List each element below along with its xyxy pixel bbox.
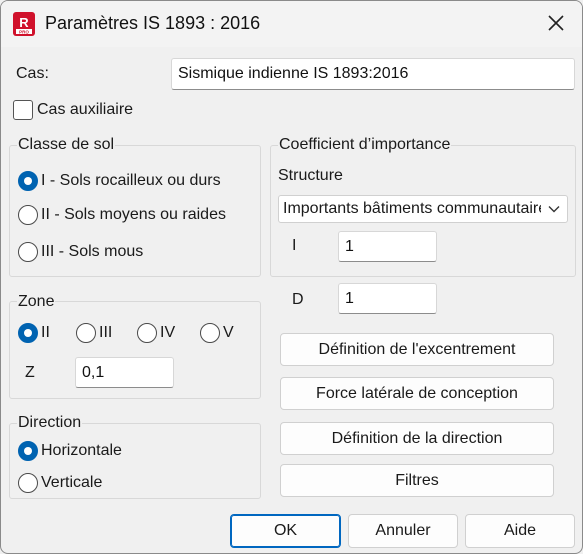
radio-horizontale[interactable]: Horizontale <box>18 441 122 461</box>
radio-button <box>18 473 38 493</box>
radio-sol-iii[interactable]: III - Sols mous <box>18 242 143 262</box>
radio-button <box>76 323 96 343</box>
direction-definition-button[interactable]: Définition de la direction <box>280 422 554 455</box>
svg-text:R: R <box>19 15 29 30</box>
force-laterale-button[interactable]: Force latérale de conception <box>280 377 554 410</box>
radio-verticale[interactable]: Verticale <box>18 473 102 493</box>
d-input[interactable]: 1 <box>338 283 437 314</box>
i-input[interactable]: 1 <box>338 231 437 262</box>
direction-title: Direction <box>17 414 83 432</box>
annuler-button[interactable]: Annuler <box>348 514 458 548</box>
radio-button-selected <box>18 323 38 343</box>
radio-button <box>18 242 38 262</box>
radio-zone-ii-label: II <box>41 324 50 341</box>
ok-button[interactable]: OK <box>230 514 341 548</box>
radio-zone-v[interactable]: V <box>200 323 234 343</box>
radio-button-selected <box>18 441 38 461</box>
radio-zone-iv[interactable]: IV <box>137 323 175 343</box>
radio-button-selected <box>18 171 38 191</box>
radio-zone-iv-label: IV <box>160 324 176 341</box>
cas-auxiliaire-label: Cas auxiliaire <box>37 101 134 118</box>
dialog-window: R PRO Paramètres IS 1893 : 2016 Cas: Sis… <box>0 0 583 554</box>
d-label: D <box>292 291 304 308</box>
radio-zone-v-label: V <box>223 324 234 341</box>
radio-sol-iii-label: III - Sols mous <box>41 243 144 260</box>
window-title: Paramètres IS 1893 : 2016 <box>45 13 261 33</box>
title-bar: R PRO Paramètres IS 1893 : 2016 <box>1 1 582 47</box>
cas-auxiliaire-checkbox[interactable] <box>13 100 33 120</box>
svg-text:PRO: PRO <box>19 29 29 34</box>
radio-zone-iii-label: III <box>99 324 113 341</box>
close-icon[interactable] <box>542 11 570 37</box>
chevron-down-icon <box>541 205 567 213</box>
cas-input[interactable]: Sismique indienne IS 1893:2016 <box>171 58 575 90</box>
cas-value: Sismique indienne IS 1893:2016 <box>178 65 409 82</box>
radio-zone-ii[interactable]: II <box>18 323 50 343</box>
cas-label: Cas: <box>16 65 49 82</box>
radio-button <box>18 205 38 225</box>
d-value: 1 <box>345 289 354 307</box>
structure-label: Structure <box>278 167 343 184</box>
importance-title: Coefficient d’importance <box>278 136 452 154</box>
filtres-button[interactable]: Filtres <box>280 464 554 497</box>
radio-sol-ii[interactable]: II - Sols moyens ou raides <box>18 205 226 225</box>
excentrement-button[interactable]: Définition de l'excentrement <box>280 333 554 366</box>
revit-app-icon: R PRO <box>13 12 35 36</box>
z-value: 0,1 <box>82 363 105 381</box>
z-label: Z <box>25 364 35 381</box>
radio-zone-iii[interactable]: III <box>76 323 112 343</box>
aide-button[interactable]: Aide <box>465 514 575 548</box>
radio-sol-i-label: I - Sols rocailleux ou durs <box>41 172 221 189</box>
structure-select[interactable]: Importants bâtiments communautaires <box>278 195 568 223</box>
radio-verticale-label: Verticale <box>41 474 103 491</box>
radio-sol-ii-label: II - Sols moyens ou raides <box>41 206 226 223</box>
radio-horizontale-label: Horizontale <box>41 442 122 459</box>
z-input[interactable]: 0,1 <box>75 357 174 388</box>
radio-button <box>200 323 220 343</box>
zone-title: Zone <box>17 293 56 311</box>
i-label: I <box>292 237 297 254</box>
radio-sol-i[interactable]: I - Sols rocailleux ou durs <box>18 171 221 191</box>
i-value: 1 <box>345 237 354 255</box>
classe-de-sol-title: Classe de sol <box>17 136 116 154</box>
structure-value: Importants bâtiments communautaires <box>283 200 541 217</box>
radio-button <box>137 323 157 343</box>
